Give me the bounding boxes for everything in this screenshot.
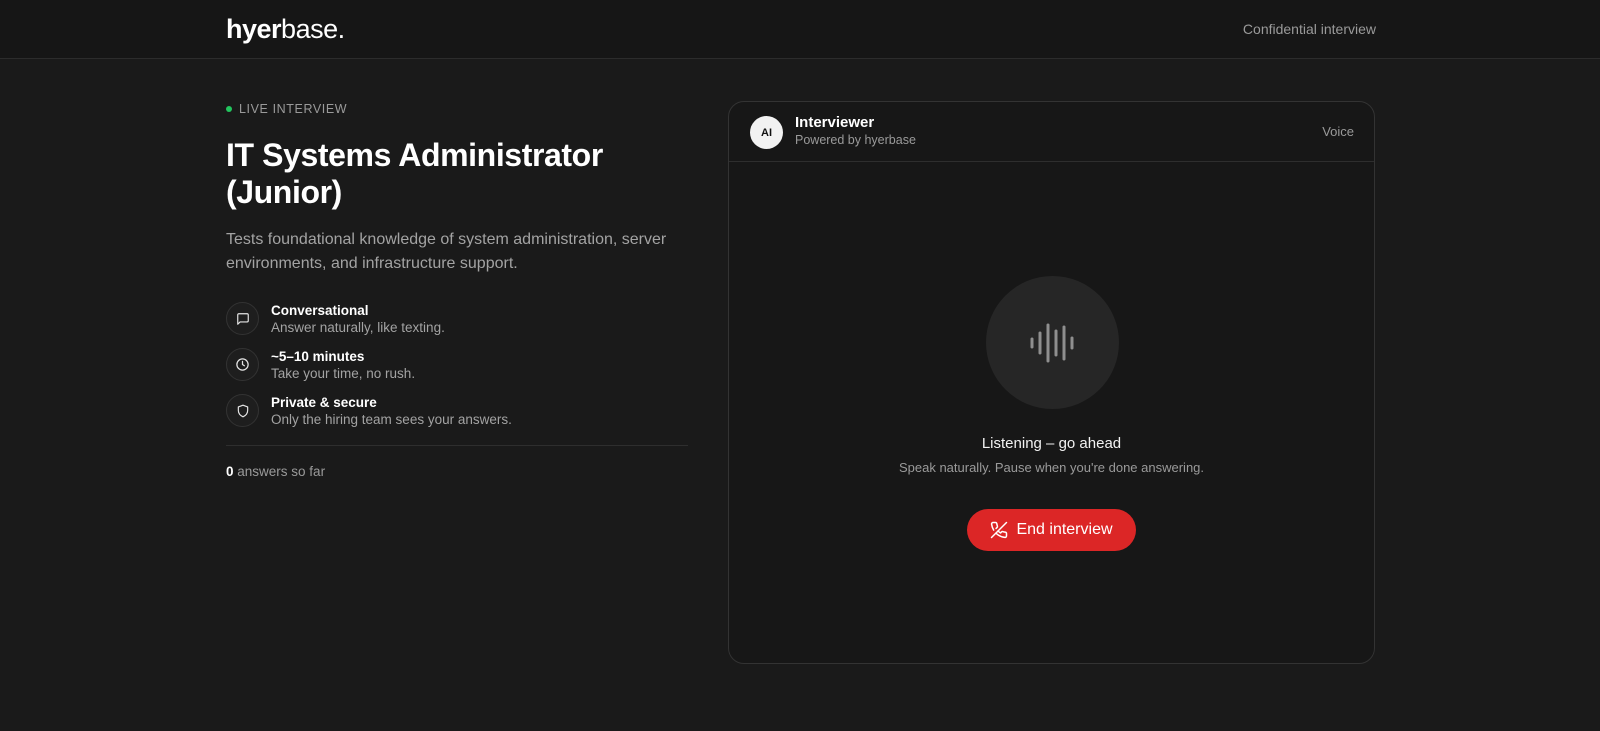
hyerbase-logo[interactable]: hyerbase. bbox=[226, 14, 345, 44]
end-interview-label: End interview bbox=[1016, 521, 1113, 538]
confidential-label: Confidential interview bbox=[1242, 21, 1376, 37]
answers-counter: 0 answers so far bbox=[226, 464, 688, 479]
answers-count: 0 bbox=[226, 464, 234, 479]
interview-info: LIVE INTERVIEW IT Systems Administrator … bbox=[226, 100, 688, 479]
live-dot-icon bbox=[226, 106, 232, 112]
feature-item-conversational: Conversational Answer naturally, like te… bbox=[226, 302, 688, 349]
chat-bubble-icon bbox=[226, 302, 259, 335]
end-interview-button[interactable]: End interview bbox=[967, 509, 1136, 551]
feature-subtitle: Answer naturally, like texting. bbox=[271, 320, 445, 335]
mode-label: Voice bbox=[1322, 124, 1354, 139]
interviewer-header: AI Interviewer Powered by hyerbase Voice bbox=[729, 102, 1374, 162]
feature-title: ~5–10 minutes bbox=[271, 349, 365, 364]
feature-list: Conversational Answer naturally, like te… bbox=[226, 302, 688, 441]
feature-title: Private & secure bbox=[271, 395, 377, 410]
feature-item-privacy: Private & secure Only the hiring team se… bbox=[226, 394, 688, 441]
interview-description: Tests foundational knowledge of system a… bbox=[226, 231, 667, 272]
feature-title: Conversational bbox=[271, 303, 369, 318]
interviewer-name: Interviewer bbox=[795, 114, 875, 131]
avatar: AI bbox=[750, 116, 783, 149]
listening-status: Listening – go ahead bbox=[981, 435, 1122, 452]
feature-subtitle: Take your time, no rush. bbox=[271, 366, 416, 381]
shield-icon bbox=[226, 394, 259, 427]
listening-hint: Speak naturally. Pause when you're done … bbox=[898, 460, 1205, 475]
phone-off-icon bbox=[991, 521, 1008, 539]
powered-by-label: Powered by hyerbase bbox=[795, 133, 916, 147]
feature-item-duration: ~5–10 minutes Take your time, no rush. bbox=[226, 348, 688, 395]
waveform-icon bbox=[1030, 323, 1073, 362]
live-badge-label: LIVE INTERVIEW bbox=[239, 102, 348, 116]
page-title: IT Systems Administrator (Junior) bbox=[226, 137, 603, 210]
clock-icon bbox=[226, 348, 259, 381]
feature-subtitle: Only the hiring team sees your answers. bbox=[271, 412, 512, 427]
answers-label: answers so far bbox=[237, 464, 326, 479]
voice-orb bbox=[986, 276, 1119, 409]
interviewer-panel: AI Interviewer Powered by hyerbase Voice… bbox=[728, 101, 1375, 664]
live-badge: LIVE INTERVIEW bbox=[226, 100, 688, 118]
divider bbox=[226, 445, 688, 446]
top-bar: hyerbase. Confidential interview bbox=[0, 0, 1600, 59]
